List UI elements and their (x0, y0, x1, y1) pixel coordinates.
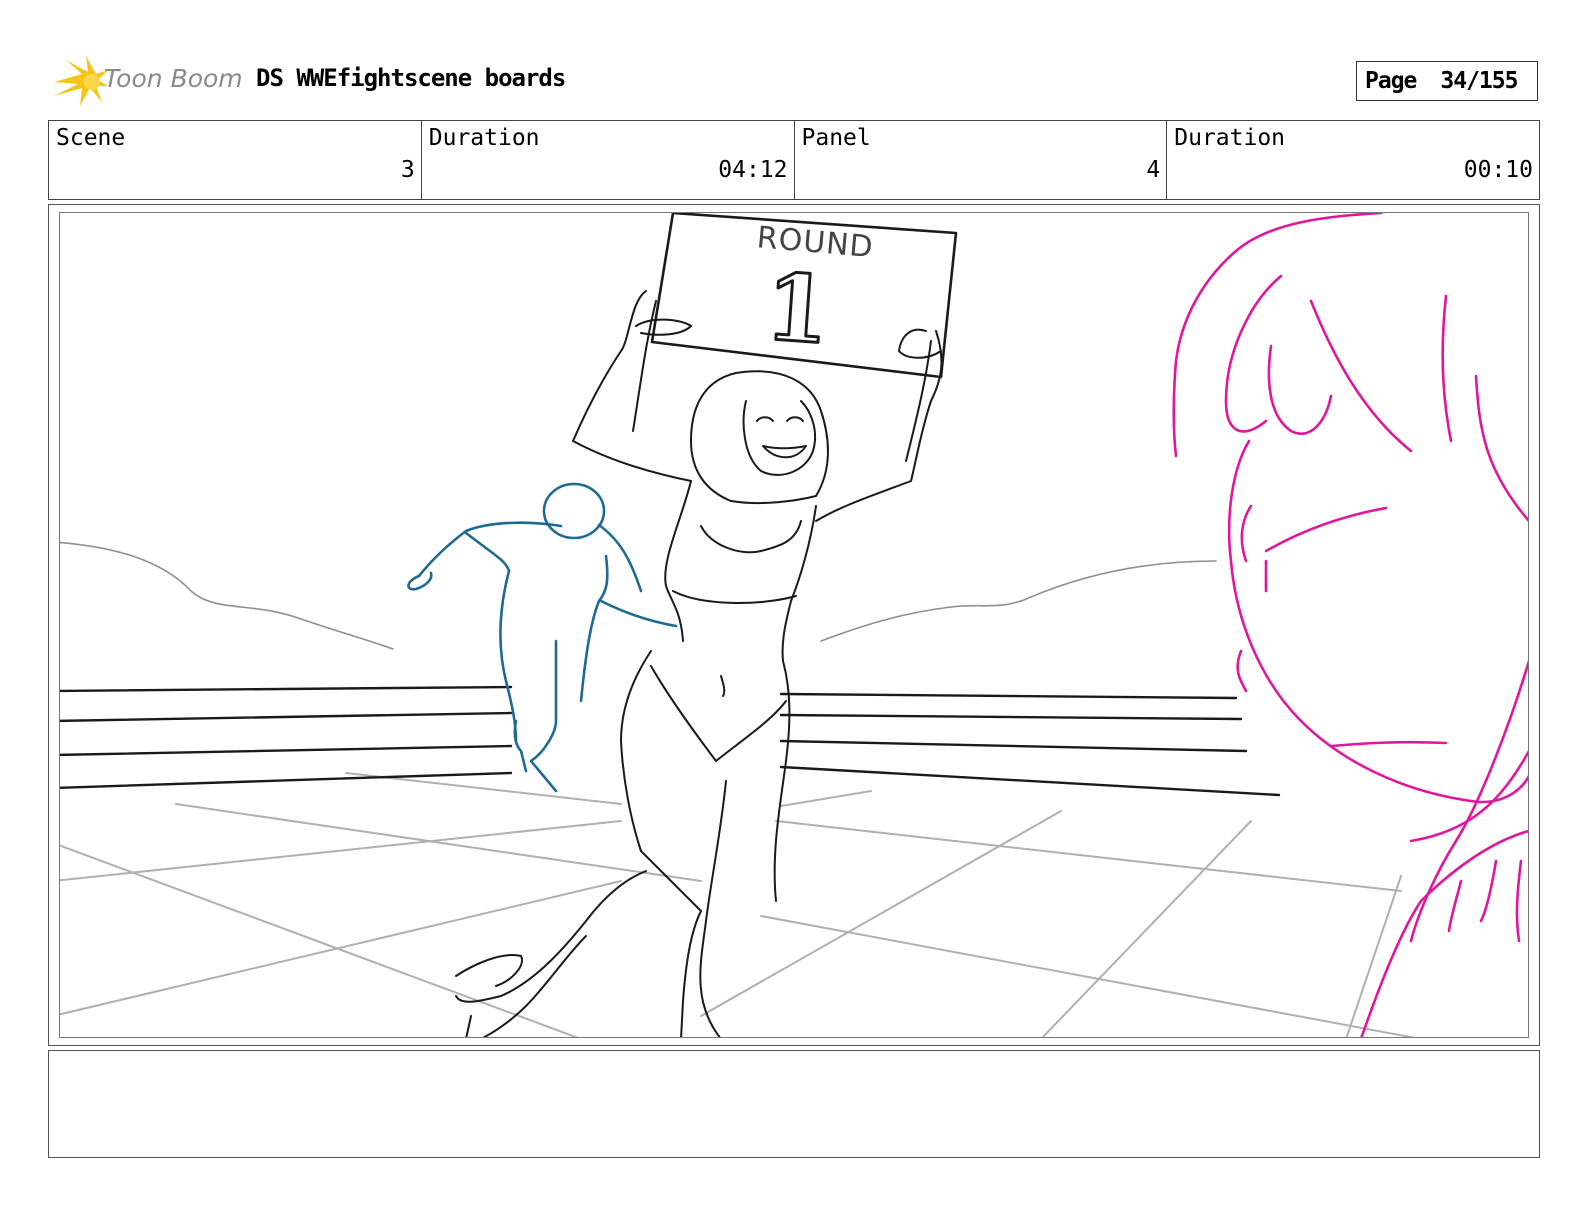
scene-duration-label: Duration (428, 125, 540, 151)
panel-label: Panel (801, 125, 871, 151)
background-hills (60, 541, 1217, 650)
panel-value: 4 (1146, 157, 1161, 183)
ring-floor (60, 772, 1416, 1037)
storyboard-sketch: ROUND 1 (59, 212, 1529, 1038)
foreground-character (1172, 213, 1528, 1037)
scene-label: Scene (56, 125, 126, 151)
scene-cell: Scene 3 (49, 121, 422, 199)
page-indicator: Page 34/155 (1356, 61, 1538, 101)
panel-duration-cell: Duration 00:10 (1167, 121, 1539, 199)
document-title: DS WWEfightscene boards (256, 64, 566, 92)
panel-info-row: Scene 3 Duration 04:12 Panel 4 Duration … (48, 120, 1540, 200)
sign-number: 1 (762, 253, 833, 365)
ring-ropes (60, 685, 1281, 797)
page-number: 34/155 (1440, 68, 1518, 94)
scene-duration-value: 04:12 (718, 157, 788, 183)
blue-figure (407, 482, 678, 793)
page-label: Page (1365, 68, 1417, 94)
scene-duration-cell: Duration 04:12 (422, 121, 795, 199)
logo-text: Toon Boom (104, 64, 243, 93)
panel-notes-box (48, 1050, 1540, 1158)
scene-value: 3 (400, 157, 415, 183)
panel-cell: Panel 4 (795, 121, 1168, 199)
panel-duration-value: 00:10 (1463, 157, 1533, 183)
panel-duration-label: Duration (1174, 125, 1286, 151)
